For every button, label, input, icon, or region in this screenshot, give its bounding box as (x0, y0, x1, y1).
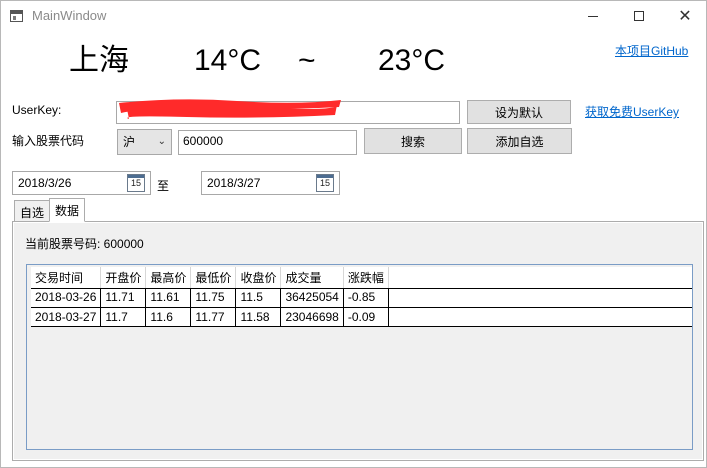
weather-low-temp: 14°C (194, 44, 262, 77)
column-header[interactable]: 收盘价 (235, 267, 282, 288)
search-button[interactable]: 搜索 (364, 128, 462, 154)
stock-data-table: 交易时间 开盘价 最高价 最低价 收盘价 成交量 涨跌幅 2018-03-26 … (31, 267, 692, 327)
end-date-picker[interactable]: 2018/3/27 15 (201, 171, 340, 195)
table-cell[interactable]: 11.5 (235, 288, 282, 308)
column-header[interactable]: 涨跌幅 (343, 267, 389, 288)
market-select[interactable]: 沪 ⌄ (117, 129, 172, 155)
table-cell[interactable]: -0.09 (343, 307, 389, 327)
start-date-value: 2018/3/26 (18, 176, 72, 190)
app-window-icon (10, 10, 23, 22)
date-range-to-label: 至 (157, 179, 170, 193)
weather-temp-separator: ~ (298, 44, 316, 77)
table-row[interactable]: 2018-03-26 11.71 11.61 11.75 11.5 364250… (31, 288, 692, 308)
maximize-button[interactable] (616, 1, 662, 31)
weather-city: 上海 (69, 44, 129, 77)
calendar-icon[interactable]: 15 (127, 174, 145, 192)
table-cell[interactable]: -0.85 (343, 288, 389, 308)
end-date-value: 2018/3/27 (207, 176, 261, 190)
start-date-picker[interactable]: 2018/3/26 15 (12, 171, 151, 195)
tab-favorites[interactable]: 自选 (14, 200, 51, 222)
table-cell[interactable]: 36425054 (280, 288, 344, 308)
github-link[interactable]: 本项目GitHub (615, 42, 688, 59)
close-button[interactable]: ✕ (662, 1, 707, 31)
minimize-button[interactable] (570, 1, 616, 31)
column-header[interactable]: 成交量 (280, 267, 344, 288)
window-title: MainWindow (32, 8, 107, 23)
minimize-icon (588, 15, 598, 17)
row-filler (388, 307, 692, 327)
close-icon: ✕ (678, 8, 692, 25)
column-header[interactable]: 交易时间 (31, 267, 102, 288)
stock-data-grid[interactable]: 交易时间 开盘价 最高价 最低价 收盘价 成交量 涨跌幅 2018-03-26 … (26, 264, 693, 450)
stock-code-label: 输入股票代码 (12, 134, 85, 148)
add-favorite-button[interactable]: 添加自选 (467, 128, 572, 154)
table-cell[interactable]: 11.77 (190, 307, 237, 327)
row-filler (388, 288, 692, 308)
table-cell[interactable]: 2018-03-26 (31, 288, 102, 308)
table-cell[interactable]: 11.7 (100, 307, 147, 327)
weather-high-temp: 23°C (378, 44, 446, 77)
column-header[interactable]: 开盘价 (100, 267, 147, 288)
column-header[interactable]: 最低价 (190, 267, 237, 288)
table-cell[interactable]: 11.6 (145, 307, 192, 327)
table-cell[interactable]: 11.71 (100, 288, 147, 308)
table-cell[interactable]: 11.75 (190, 288, 237, 308)
get-userkey-link[interactable]: 获取免费UserKey (585, 103, 679, 120)
table-row[interactable]: 2018-03-27 11.7 11.6 11.77 11.58 2304669… (31, 307, 692, 327)
column-header[interactable]: 最高价 (145, 267, 192, 288)
set-default-button[interactable]: 设为默认 (467, 100, 571, 124)
table-cell[interactable]: 11.61 (145, 288, 192, 308)
calendar-icon[interactable]: 15 (316, 174, 334, 192)
userkey-label: UserKey: (12, 103, 62, 117)
title-bar[interactable]: MainWindow ✕ (1, 1, 706, 31)
stock-code-input[interactable]: 600000 (178, 130, 357, 155)
main-window: MainWindow ✕ 上海 14°C ~ 23°C 本项目GitHub Us… (0, 0, 707, 468)
redaction-scribble (119, 99, 341, 119)
table-cell[interactable]: 11.58 (235, 307, 282, 327)
table-header-row: 交易时间 开盘价 最高价 最低价 收盘价 成交量 涨跌幅 (31, 267, 692, 288)
market-select-value: 沪 (123, 135, 136, 149)
chevron-down-icon: ⌄ (157, 136, 166, 147)
current-stock-label: 当前股票号码: 600000 (25, 237, 144, 251)
table-cell[interactable]: 23046698 (280, 307, 344, 327)
table-cell[interactable]: 2018-03-27 (31, 307, 102, 327)
header-filler (388, 267, 692, 288)
maximize-icon (634, 11, 644, 21)
tab-data[interactable]: 数据 (49, 198, 86, 222)
grid-header-rule (31, 288, 692, 289)
